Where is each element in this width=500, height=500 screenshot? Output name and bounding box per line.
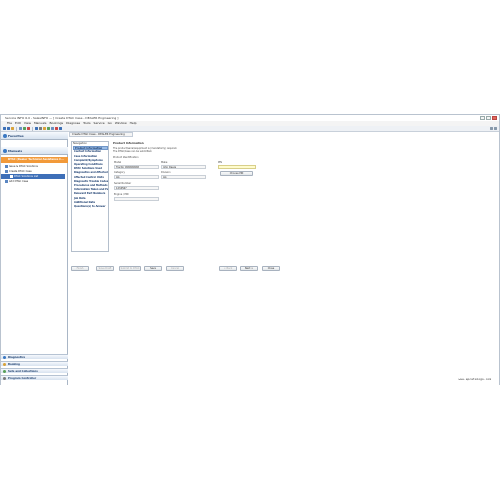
home-icon[interactable] [11, 127, 14, 130]
tree-item-label: Create DTAC Case [9, 170, 32, 173]
engine-pin-label: Engine / PIN [114, 193, 129, 196]
section-label: Booking [8, 363, 20, 366]
maximize-button[interactable] [486, 116, 491, 120]
pin-label: PIN [218, 161, 222, 164]
pin-field[interactable] [218, 165, 256, 169]
serial-number-label: Serial Number [114, 182, 132, 185]
stop-icon[interactable] [27, 127, 30, 130]
cancel-button[interactable]: Cancel [166, 266, 184, 271]
sidebar-section-sets[interactable]: Sets and Collections [1, 368, 68, 373]
website-watermark: www.epcatalogs.com [458, 377, 491, 381]
help-icon[interactable] [59, 127, 62, 130]
serial-number-field[interactable]: 1234567 [114, 186, 159, 190]
add-icon [5, 179, 8, 183]
close-window-button[interactable] [492, 116, 497, 120]
form-title: Product Information [113, 141, 144, 145]
wizard-panel: Navigation Product Information Contact I… [69, 138, 497, 385]
navigation-panel: Navigation Product Information Contact I… [71, 141, 109, 252]
sidebar-item-dtac[interactable]: DTAC (Dealer Technical Assistance C... [1, 157, 68, 163]
sidebar-section-booking[interactable]: Booking [1, 361, 68, 366]
submit-to-dtac-button[interactable]: Submit to DTAC [119, 266, 141, 271]
program-icon [3, 377, 6, 380]
next-button[interactable]: Next > [240, 266, 258, 271]
favorites-label: Favorites [8, 134, 24, 138]
engine-pin-field[interactable] [114, 197, 159, 201]
dtac-label: DTAC (Dealer Technical Assistance C... [8, 158, 65, 161]
minimize-button[interactable] [480, 116, 485, 120]
sidebar-header-manuals[interactable]: Manuals [1, 147, 68, 155]
toolbar-divider [16, 126, 17, 131]
settings-icon[interactable] [39, 127, 42, 130]
book-icon [3, 149, 7, 153]
division-field[interactable]: AG [161, 175, 206, 179]
manuals-label: Manuals [8, 149, 23, 153]
finish-button[interactable]: Finish [71, 266, 89, 271]
division-label: Division [161, 171, 171, 174]
back-icon[interactable] [3, 127, 6, 130]
sidebar-section-program-controller[interactable]: Program Controller [1, 375, 68, 380]
save-icon[interactable] [51, 127, 54, 130]
make-field[interactable]: John Deere [161, 165, 206, 169]
toolbar-right-controls [490, 127, 497, 130]
choose-pin-button[interactable]: Choose PIN [220, 171, 253, 176]
tree-item-label: DTAC Solutions List [14, 175, 39, 178]
refresh-icon[interactable] [23, 127, 26, 130]
nav-item-questions[interactable]: Questions(s) to Answer [73, 205, 108, 209]
document-tab[interactable]: Create DTAC Case - DEALER Engineering [69, 132, 133, 137]
category-field[interactable]: AG [114, 175, 159, 179]
section-label: Program Controller [8, 377, 37, 380]
save-draft-button[interactable]: Save Draft [96, 266, 114, 271]
layout-icon[interactable] [490, 127, 493, 130]
search-icon[interactable] [35, 127, 38, 130]
bookmark-icon[interactable] [47, 127, 50, 130]
tree-item-label: Add DTAC Case [9, 180, 29, 183]
tree-item-label: Issue & DTAC Solutions [9, 165, 38, 168]
back-button[interactable]: < Back [219, 266, 237, 271]
close-button[interactable]: Close [262, 266, 280, 271]
folder-icon[interactable] [43, 127, 46, 130]
diagnostics-icon [3, 356, 6, 359]
window-controls [480, 116, 497, 120]
forward-icon[interactable] [7, 127, 10, 130]
sets-icon [3, 370, 6, 373]
document-tab-label: Create DTAC Case - DEALER Engineering [72, 133, 125, 136]
make-label: Make [161, 161, 168, 164]
section-label: Diagnostics [8, 356, 26, 359]
main-content: Create DTAC Case - DEALER Engineering Na… [68, 132, 499, 385]
print-icon[interactable] [19, 127, 22, 130]
category-label: Category [114, 171, 125, 174]
toolbar-divider [32, 126, 33, 131]
section-label: Sets and Collections [8, 370, 38, 373]
form-note-submit: The DTAC/Case can be submitted. [113, 150, 153, 153]
tree-item-add-dtac-case[interactable]: Add DTAC Case [1, 179, 68, 184]
sidebar: Favorites Manuals DTAC (Dealer Technical… [1, 132, 68, 385]
booking-icon [3, 363, 6, 366]
save-button[interactable]: Save [144, 266, 162, 271]
sidebar-header-favorites[interactable]: Favorites [1, 132, 68, 140]
product-identification-label: Product Identification [113, 156, 139, 159]
model-label: Model [114, 161, 122, 164]
window-title: Service INFO 6.0 - SalesINFO — [ Create … [5, 116, 119, 120]
application-window: Service INFO 6.0 - SalesINFO — [ Create … [0, 114, 500, 385]
wrench-icon [5, 164, 8, 168]
alert-icon[interactable] [55, 127, 58, 130]
sidebar-section-diagnostics[interactable]: Diagnostics [1, 354, 68, 359]
document-icon [10, 174, 13, 178]
folder-open-icon [5, 169, 8, 173]
model-field[interactable]: Tractor ####### [114, 165, 159, 169]
pin-icon[interactable] [494, 127, 497, 130]
star-icon [3, 134, 7, 138]
